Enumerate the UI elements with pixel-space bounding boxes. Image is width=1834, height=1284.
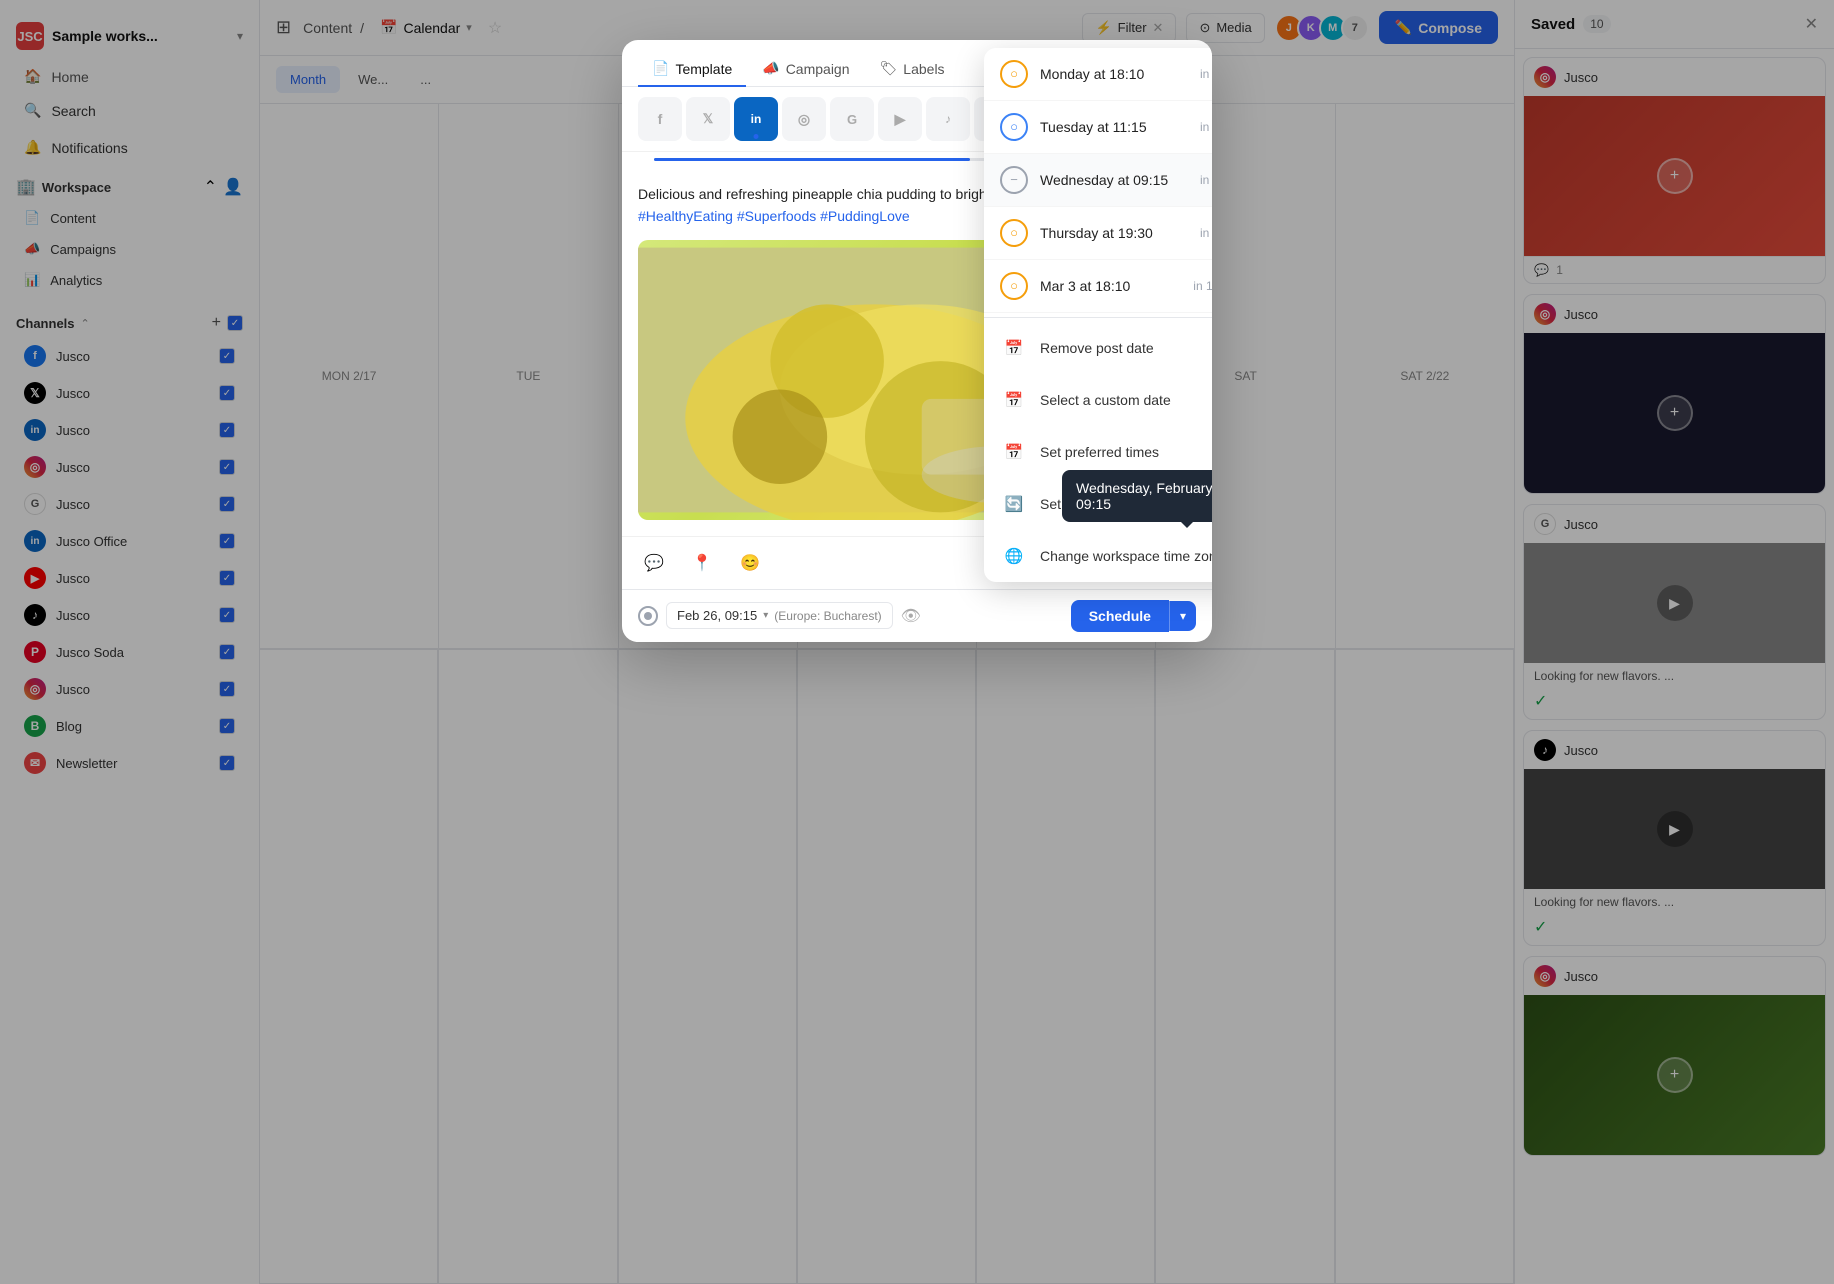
schedule-button[interactable]: Schedule <box>1071 600 1169 632</box>
date-option-mar3-icon: ○ <box>1000 272 1028 300</box>
visibility-toggle-icon[interactable]: 👁 <box>901 606 921 626</box>
date-option-monday[interactable]: ○ Monday at 18:10 in 3 days <box>984 48 1212 101</box>
platform-btn-tiktok[interactable]: ♪ <box>926 97 970 141</box>
date-action-custom[interactable]: 📅 Select a custom date <box>984 374 1212 426</box>
preferred-times-label: Set preferred times <box>1040 444 1159 460</box>
platform-btn-instagram[interactable]: ◎ <box>782 97 826 141</box>
timezone-label: Change workspace time zone <box>1040 548 1212 564</box>
date-option-mar3-relative: in 10 days <box>1193 279 1212 293</box>
date-option-wednesday-relative: in 5 days <box>1200 173 1212 187</box>
date-option-tuesday-label: Tuesday at 11:15 <box>1040 119 1188 135</box>
date-option-tuesday-relative: in 4 days <box>1200 120 1212 134</box>
date-option-mar3-label: Mar 3 at 18:10 <box>1040 278 1181 294</box>
location-action-button[interactable]: 📍 <box>686 547 718 579</box>
template-label: Template <box>675 61 732 77</box>
date-option-thursday-label: Thursday at 19:30 <box>1040 225 1188 241</box>
date-option-wednesday-icon: − <box>1000 166 1028 194</box>
post-hashtags[interactable]: #HealthyEating #Superfoods #PuddingLove <box>638 208 910 224</box>
labels-label: Labels <box>903 61 944 77</box>
schedule-dropdown-button[interactable]: ▾ <box>1169 601 1196 631</box>
date-option-wednesday[interactable]: − Wednesday at 09:15 in 5 days <box>984 154 1212 207</box>
tab-campaign[interactable]: 📣 Campaign <box>748 52 863 87</box>
emoji-action-button[interactable]: 😊 <box>734 547 766 579</box>
labels-icon: 🏷 <box>880 60 898 77</box>
platform-btn-facebook[interactable]: f <box>638 97 682 141</box>
comment-icon: 💬 <box>644 553 664 573</box>
modal-overlay[interactable]: 📄 Template 📣 Campaign 🏷 Labels ✕ f 𝕏 in … <box>0 0 1834 1284</box>
remove-date-label: Remove post date <box>1040 340 1154 356</box>
custom-date-label: Select a custom date <box>1040 392 1171 408</box>
preferred-times-icon: 📅 <box>1000 438 1028 466</box>
timezone-icon: 🌐 <box>1000 542 1028 570</box>
platform-btn-twitter[interactable]: 𝕏 <box>686 97 730 141</box>
template-icon: 📄 <box>652 60 669 77</box>
platform-btn-google[interactable]: G <box>830 97 874 141</box>
date-option-monday-label: Monday at 18:10 <box>1040 66 1188 82</box>
schedule-status-dot <box>644 612 652 620</box>
date-option-wednesday-label: Wednesday at 09:15 <box>1040 172 1188 188</box>
post-modal: 📄 Template 📣 Campaign 🏷 Labels ✕ f 𝕏 in … <box>622 40 1212 642</box>
date-option-monday-relative: in 3 days <box>1200 67 1212 81</box>
date-option-thursday-relative: in 6 days <box>1200 226 1212 240</box>
date-option-thursday-icon: ○ <box>1000 219 1028 247</box>
date-option-monday-icon: ○ <box>1000 60 1028 88</box>
comment-action-button[interactable]: 💬 <box>638 547 670 579</box>
location-icon: 📍 <box>692 553 712 573</box>
progress-fill <box>654 158 970 161</box>
date-dropdown-divider <box>984 317 1212 318</box>
schedule-timezone: (Europe: Bucharest) <box>774 609 881 623</box>
date-action-timezone[interactable]: 🌐 Change workspace time zone <box>984 530 1212 582</box>
tab-template[interactable]: 📄 Template <box>638 52 746 87</box>
date-tooltip: Wednesday, February 26th 2025, at09:15 <box>1062 470 1212 522</box>
emoji-icon: 😊 <box>740 553 760 573</box>
schedule-date-button[interactable]: Feb 26, 09:15 ▾ (Europe: Bucharest) <box>666 602 893 629</box>
date-option-mar3[interactable]: ○ Mar 3 at 18:10 in 10 days <box>984 260 1212 313</box>
tooltip-text: Wednesday, February 26th 2025, at09:15 <box>1076 480 1212 512</box>
schedule-actions: Schedule ▾ <box>1071 600 1196 632</box>
platform-btn-youtube[interactable]: ▶ <box>878 97 922 141</box>
custom-date-icon: 📅 <box>1000 386 1028 414</box>
schedule-date-text: Feb 26, 09:15 <box>677 608 757 623</box>
platform-btn-linkedin[interactable]: in <box>734 97 778 141</box>
date-option-tuesday-icon: ○ <box>1000 113 1028 141</box>
campaign-label: Campaign <box>786 61 850 77</box>
modal-schedule-bar: Feb 26, 09:15 ▾ (Europe: Bucharest) 👁 Sc… <box>622 589 1212 642</box>
recurring-icon: 🔄 <box>1000 490 1028 518</box>
schedule-date-chevron-icon: ▾ <box>763 610 768 621</box>
campaign-icon: 📣 <box>762 60 779 77</box>
date-option-tuesday[interactable]: ○ Tuesday at 11:15 in 4 days <box>984 101 1212 154</box>
date-option-thursday[interactable]: ○ Thursday at 19:30 in 6 days <box>984 207 1212 260</box>
platform-selected-indicator <box>754 134 759 139</box>
date-action-remove[interactable]: 📅 Remove post date <box>984 322 1212 374</box>
tab-labels[interactable]: 🏷 Labels <box>866 52 959 87</box>
schedule-status-icon <box>638 606 658 626</box>
remove-date-icon: 📅 <box>1000 334 1028 362</box>
